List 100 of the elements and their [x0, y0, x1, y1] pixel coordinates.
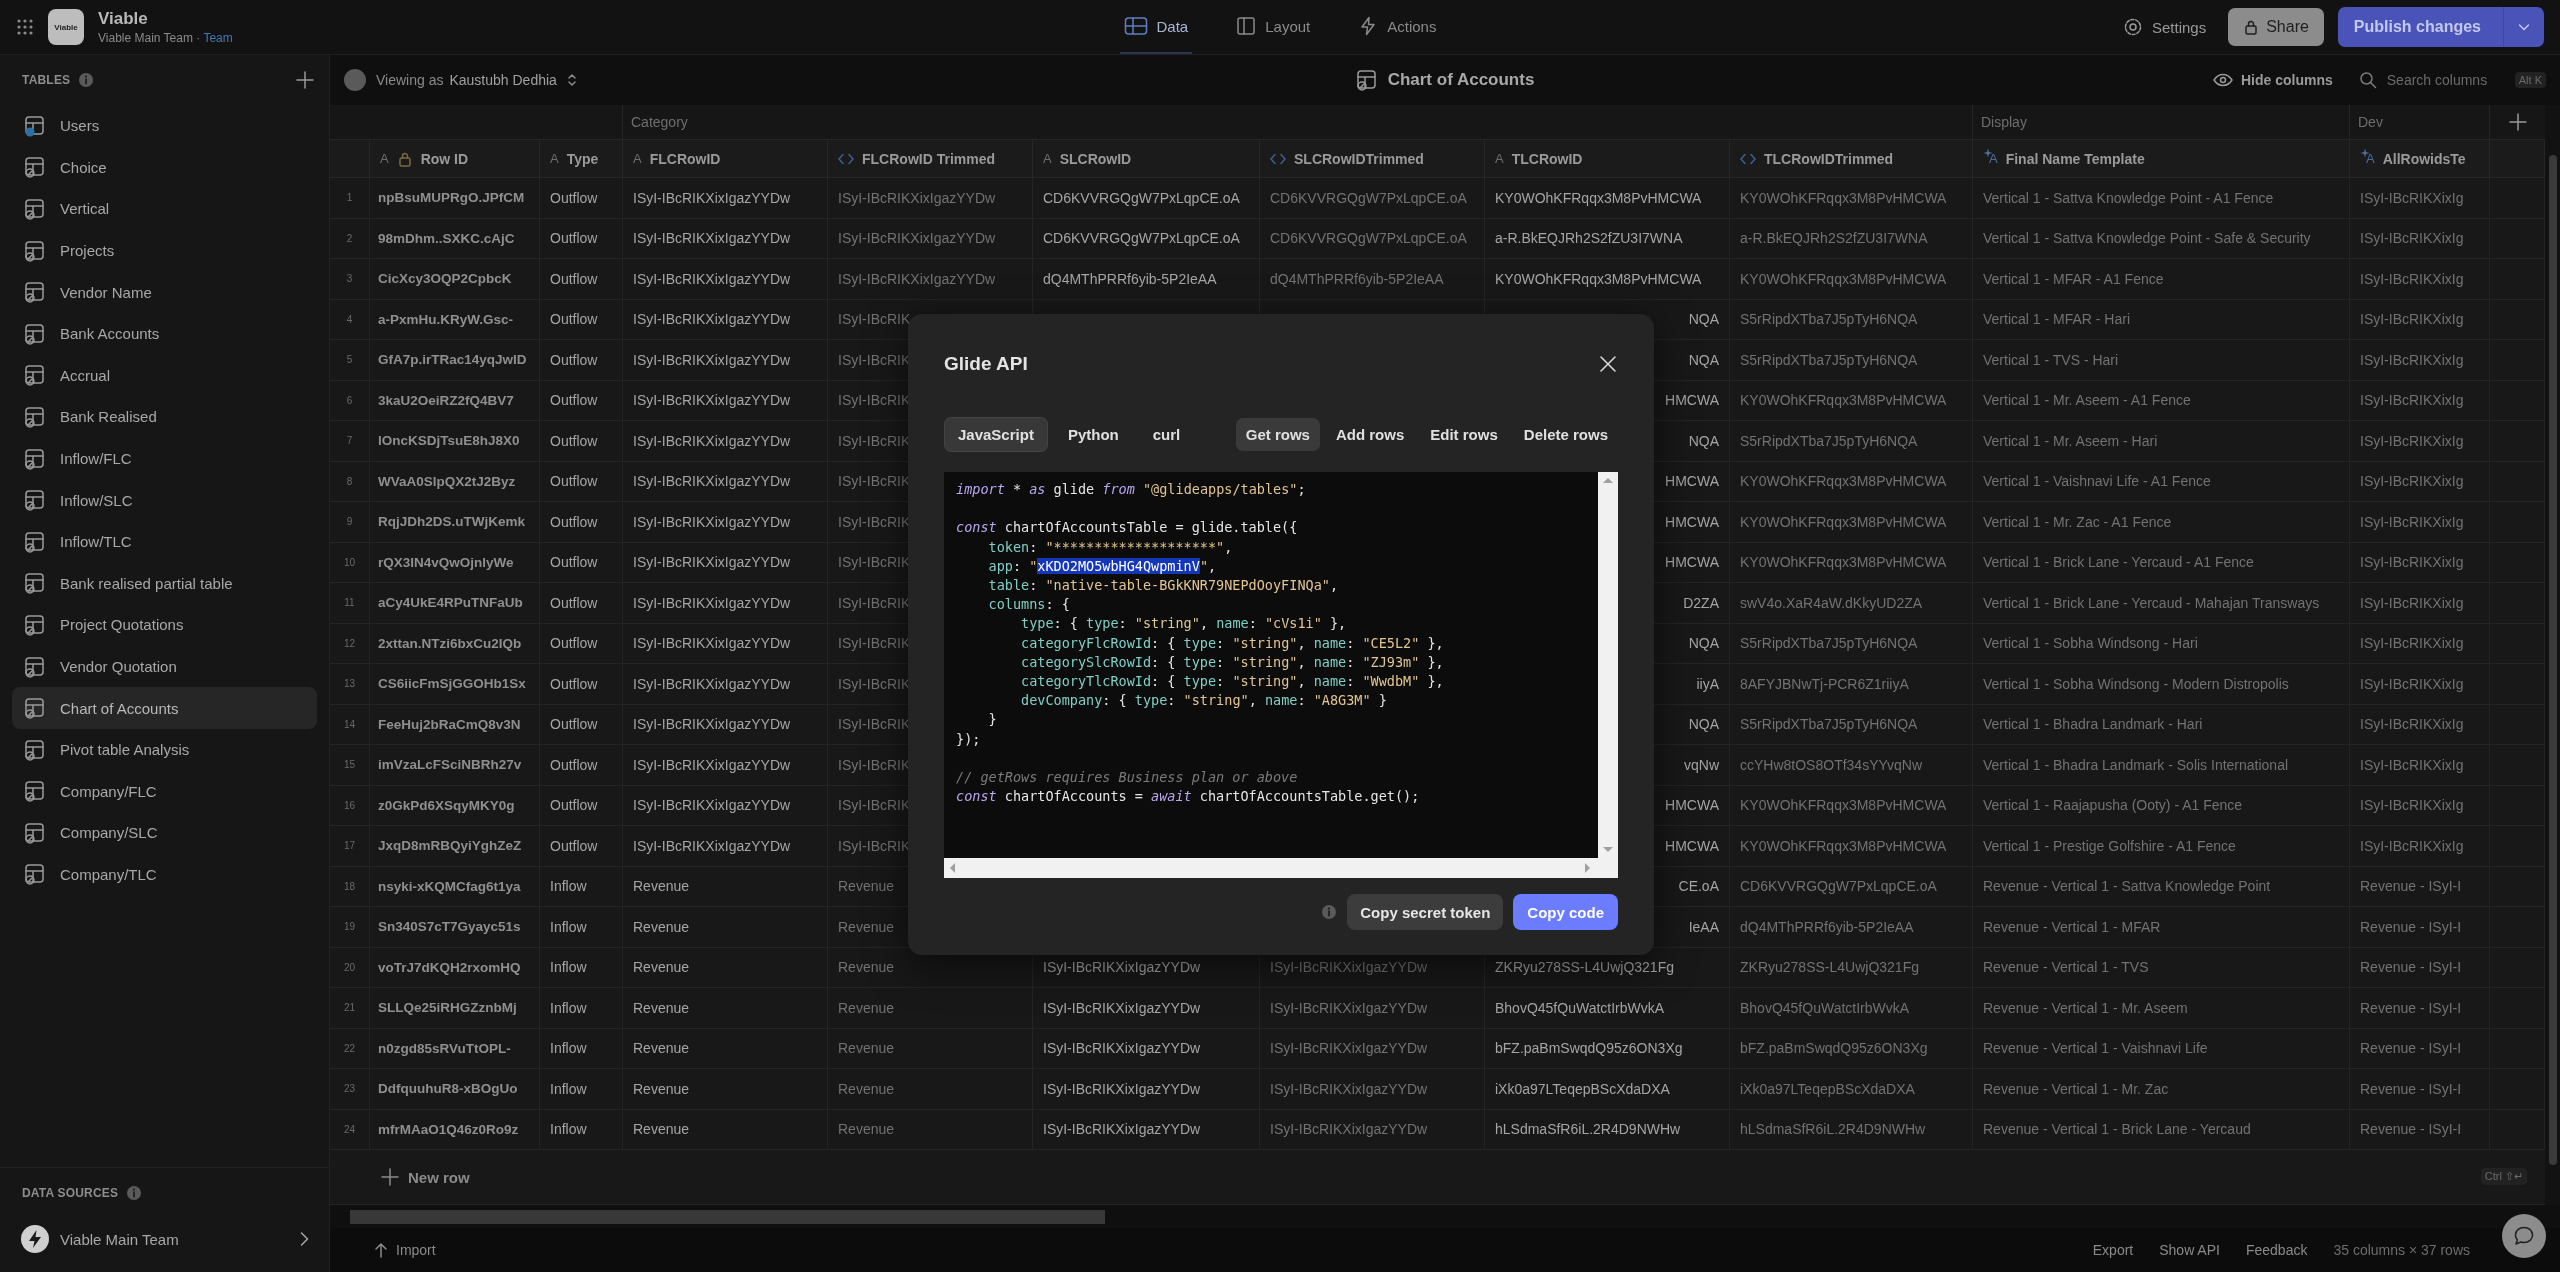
sidebar-item[interactable]: Users [12, 105, 317, 147]
table-cell: Vertical 1 - Raajapusha (Ooty) - A1 Fence [1983, 797, 2243, 814]
search-field[interactable]: Search columns [2386, 72, 2505, 88]
close-button[interactable] [1598, 353, 1618, 374]
table-cell: Revenue [633, 999, 690, 1016]
column-header[interactable]: SLCRowID [1059, 150, 1132, 167]
table-cell: Vertical 1 - Brick Lane - Yercaud - Mahajan Transways [1983, 594, 2320, 611]
table-icon [24, 364, 46, 387]
table-cell: Outflow [550, 432, 598, 449]
operation-tab[interactable]: Add rows [1325, 418, 1415, 451]
sidebar-item[interactable]: Bank Accounts [12, 312, 317, 355]
table-cell: mfrMAaO1Q46z0Ro9z [378, 1121, 519, 1137]
column-header[interactable]: Type [566, 150, 599, 167]
sidebar-item[interactable]: Pivot table Analysis [12, 728, 317, 771]
import-button[interactable]: Import [374, 1242, 436, 1258]
column-header[interactable]: FLCRowID Trimmed [862, 150, 995, 167]
horizontal-scrollbar[interactable] [330, 1205, 2560, 1228]
column-header[interactable]: Final Name Template [2005, 150, 2145, 167]
data-source-item[interactable]: Viable Main Team [0, 1218, 329, 1260]
plus-icon [2507, 112, 2528, 132]
column-header[interactable]: AllRowidsTe [2382, 150, 2466, 167]
table-cell: S5rRipdXTba7J5pTyH6NQA [1740, 635, 1918, 652]
copy-token-button[interactable]: Copy secret token [1347, 894, 1504, 930]
language-tab[interactable]: Python [1053, 417, 1133, 452]
sidebar-item[interactable]: Vendor Quotation [12, 645, 317, 688]
table-title: Chart of Accounts [1387, 70, 1535, 90]
language-tab[interactable]: curl [1138, 417, 1195, 452]
sidebar-item[interactable]: Chart of Accounts [12, 687, 317, 729]
table-cell: ISyI-IBcRIKXixIgazYYDw [633, 513, 791, 530]
footer-link[interactable]: Feedback [2245, 1242, 2308, 1258]
table-cell: Revenue - Vertical 1 - Vaishnavi Life [1983, 1040, 2208, 1057]
lock-icon [396, 150, 413, 167]
table-cell: ISyI-IBcRIKXixIgazYYDw [633, 230, 791, 247]
nav-tab[interactable]: Actions [1354, 0, 1441, 54]
copy-code-button[interactable]: Copy code [1513, 894, 1618, 930]
chevron-right-icon [299, 1231, 309, 1247]
sidebar-item[interactable]: Inflow/FLC [12, 437, 317, 480]
row-number: 6 [346, 394, 353, 406]
share-button[interactable]: Share [2228, 8, 2324, 46]
footer-link[interactable]: Export [2092, 1242, 2134, 1258]
text-type-icon: A [380, 151, 389, 166]
table-cell: ISyI-IBcRIKXixIgazYYDw [633, 756, 791, 773]
table-cell: RqjJDh2DS.uTWjKemk [378, 514, 526, 530]
sidebar-item[interactable]: Company/FLC [12, 770, 317, 813]
sidebar-item[interactable]: Inflow/TLC [12, 520, 317, 563]
table-cell: ISyI-IBcRIKXixIgazYYDw [633, 392, 791, 409]
table-cell: ISyI-IBcRIKXixIgazYYDw [838, 189, 996, 206]
sidebar-item[interactable]: Bank Realised [12, 396, 317, 438]
settings-button[interactable]: Settings [2122, 17, 2207, 37]
operation-tab[interactable]: Edit rows [1420, 418, 1508, 451]
table-cell: KY0WOhKFRqqx3M8PvHMCWA [1740, 270, 1947, 287]
search-icon [2358, 71, 2377, 89]
table-cell: Revenue - Vertical 1 - MFAR [1983, 918, 2161, 935]
text-type-icon: A [1495, 151, 1504, 166]
lightning-icon [20, 1224, 50, 1254]
row-number: 14 [343, 718, 356, 730]
table-cell: z0GkPd6XSqyMKY0g [378, 797, 515, 813]
table-cell: ISyI-IBcRIK [838, 392, 911, 409]
table-icon [1355, 69, 1378, 91]
column-header[interactable]: TLCRowID [1511, 150, 1583, 167]
horizontal-scrollbar[interactable] [944, 858, 1618, 878]
table-cell: Vertical 1 - Mr. Zac - A1 Fence [1983, 513, 2172, 530]
column-header[interactable]: Row ID [420, 150, 469, 167]
sidebar-item[interactable]: Company/TLC [12, 853, 317, 896]
column-header[interactable]: FLCRowID [649, 150, 721, 167]
table-cell: Revenue - ISyI-I [2360, 878, 2462, 895]
column-header[interactable]: TLCRowIDTrimmed [1764, 150, 1894, 167]
row-number: 10 [343, 556, 356, 568]
sidebar-item[interactable]: Projects [12, 229, 317, 272]
table-cell: Revenue [633, 1121, 690, 1138]
language-tab[interactable]: JavaScript [944, 417, 1048, 452]
table-cell: bFZ.paBmSwqdQ95z6ON3Xg [1740, 1040, 1928, 1057]
new-row-button[interactable]: New row [380, 1167, 470, 1187]
nav-tab[interactable]: Layout [1232, 0, 1315, 54]
table-cell: ISyI-IBcRIKXixIgazYYDw [1043, 999, 1201, 1016]
operation-tab[interactable]: Get rows [1235, 418, 1320, 451]
table-icon [24, 447, 46, 470]
operation-tab[interactable]: Delete rows [1513, 418, 1618, 451]
sidebar-item[interactable]: Project Quotations [12, 604, 317, 646]
sidebar-item[interactable]: Company/SLC [12, 812, 317, 854]
sidebar-item[interactable]: Choice [12, 146, 317, 189]
add-column-button[interactable] [2507, 112, 2528, 132]
sidebar-item[interactable]: Vendor Name [12, 271, 317, 313]
table-cell: S5rRipdXTba7J5pTyH6NQA [1740, 716, 1918, 733]
viewing-as-selector[interactable]: Viewing as Kaustubh Dedhia [344, 69, 577, 91]
sidebar-item[interactable]: Vertical [12, 188, 317, 230]
sidebar-item[interactable]: Bank realised partial table [12, 562, 317, 605]
hide-columns-button[interactable]: Hide columns [2212, 72, 2333, 88]
column-header[interactable]: SLCRowIDTrimmed [1294, 150, 1424, 167]
publish-button[interactable]: Publish changes [2337, 7, 2544, 47]
table-cell: SLLQe25iRHGZznbMj [378, 1000, 517, 1016]
table-cell: Outflow [550, 716, 598, 733]
vertical-scrollbar[interactable] [1598, 472, 1618, 858]
add-table-button[interactable] [295, 70, 315, 90]
sidebar-item[interactable]: Accrual [12, 354, 317, 397]
sidebar-item[interactable]: Inflow/SLC [12, 479, 317, 521]
table-cell: ISyI-IBcRIKXixIgazYYDw [1270, 999, 1428, 1016]
code-brackets-icon [1270, 152, 1286, 165]
footer-link[interactable]: Show API [2159, 1242, 2220, 1258]
table-cell: a-R.BkEQJRh2S2fZU3I7WNA [1495, 230, 1683, 247]
